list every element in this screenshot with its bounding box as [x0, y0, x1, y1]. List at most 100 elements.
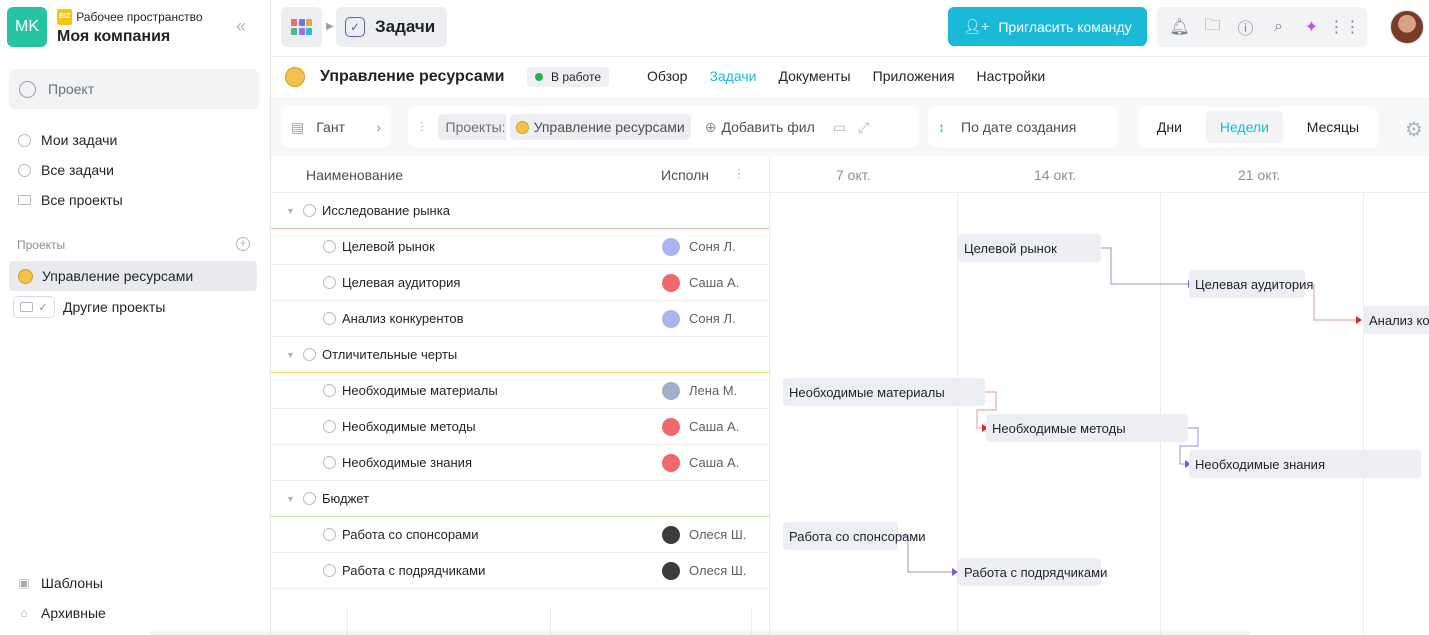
expand-icon[interactable]: ⤢ [858, 119, 869, 136]
column-settings-icon[interactable]: ⫶ [737, 166, 741, 183]
tab-settings[interactable]: Настройки [977, 68, 1046, 84]
add-project-icon[interactable]: + [236, 237, 250, 251]
gantt-bar[interactable]: Анализ ко [1363, 306, 1429, 334]
sidebar-item-archive[interactable]: ⌂ Архивные [17, 598, 105, 628]
collapse-triangle-icon[interactable]: ▼ [286, 494, 295, 504]
group-row[interactable]: ▼ Бюджет [271, 481, 769, 517]
grid-icon[interactable]: ⋮⋮ [1329, 16, 1361, 38]
add-filter-button[interactable]: ⊕ Добавить фил [705, 119, 823, 136]
project-filter-chip[interactable]: Управление ресурсами [509, 114, 691, 140]
gantt-bar[interactable]: Целевой рынок [958, 234, 1101, 262]
project-emoji-icon[interactable] [285, 67, 305, 87]
project-header: Управление ресурсами В работе Обзор Зада… [271, 57, 1429, 97]
avatar [662, 381, 680, 400]
scale-months[interactable]: Месяцы [1293, 111, 1373, 143]
project-search[interactable]: Проект [9, 69, 259, 109]
group-row[interactable]: ▼ Исследование рынка [271, 193, 769, 229]
help-icon[interactable]: ⓘ [1235, 16, 1257, 38]
status-circle-icon[interactable] [323, 384, 336, 397]
view-select[interactable]: ▤ Гант › [281, 107, 391, 147]
save-icon[interactable]: ▭ [833, 119, 846, 136]
sidebar-item-templates[interactable]: ▣ Шаблоны [17, 568, 103, 598]
workspace-switcher[interactable]: MK BIZ Рабочее пространство Моя компания [7, 7, 203, 47]
tab-apps[interactable]: Приложения [873, 68, 955, 84]
folder-icon [17, 193, 31, 207]
tab-documents[interactable]: Документы [778, 68, 850, 84]
avatar [662, 453, 680, 472]
avatar [662, 561, 680, 580]
status-circle-icon[interactable] [323, 528, 336, 541]
gear-icon[interactable]: ⚙︎ [1405, 117, 1423, 142]
status-circle-icon[interactable] [323, 420, 336, 433]
topbar-icons: 🔔︎ 🗀 ⓘ ⌕ ✦ ⋮⋮ [1157, 7, 1367, 47]
avatar [662, 417, 680, 436]
projects-filter-label: Проекты: [437, 114, 506, 140]
status-circle-icon[interactable] [303, 348, 316, 361]
sparkle-icon[interactable]: ✦ [1301, 16, 1323, 38]
table-row[interactable]: Работа со спонсорами Олеся Ш. [271, 517, 769, 553]
workspace-name: Моя компания [57, 27, 171, 45]
scale-days[interactable]: Дни [1143, 111, 1196, 143]
column-name[interactable]: Наименование [306, 167, 403, 183]
filter-sliders-icon[interactable]: ⫶ [420, 119, 424, 136]
scale-weeks[interactable]: Недели [1205, 111, 1283, 143]
search-icon [19, 80, 36, 98]
app: MK BIZ Рабочее пространство Моя компания… [0, 0, 1429, 635]
apps-menu-button[interactable] [281, 7, 322, 47]
gantt-bar[interactable]: Необходимые знания [1189, 450, 1421, 478]
checkbox-icon: ✓ [345, 17, 365, 37]
collapse-sidebar-icon[interactable]: « [236, 16, 246, 37]
sidebar-item-all-projects[interactable]: Все проекты [17, 185, 123, 215]
tab-overview[interactable]: Обзор [647, 68, 687, 84]
table-row[interactable]: Работа с подрядчиками Олеся Ш. [271, 553, 769, 589]
archive-icon: ⌂ [20, 606, 28, 620]
table-row[interactable]: Анализ конкурентов Соня Л. [271, 301, 769, 337]
table-row[interactable]: Необходимые знания Саша А. [271, 445, 769, 481]
project-tabs: Обзор Задачи Документы Приложения Настро… [647, 68, 1067, 84]
table-row[interactable]: Целевая аудитория Саша А. [271, 265, 769, 301]
collapse-triangle-icon[interactable]: ▼ [286, 206, 295, 216]
gantt-bar[interactable]: Необходимые материалы [783, 378, 985, 406]
table-row[interactable]: Необходимые материалы Лена М. [271, 373, 769, 409]
sidebar-other-projects[interactable]: ✓ Другие проекты [13, 294, 165, 320]
table-row[interactable]: Целевой рынок Соня Л. [271, 229, 769, 265]
apps-grid-icon [291, 18, 312, 36]
status-dot-icon [535, 73, 543, 81]
tasks-section-button[interactable]: ✓ Задачи [336, 7, 447, 47]
avatar [662, 309, 680, 328]
sidebar-item-my-tasks[interactable]: Мои задачи [17, 125, 117, 155]
folder-check-icon: ✓ [13, 296, 55, 318]
invite-team-button[interactable]: 👤︎+ Пригласить команду [948, 7, 1147, 46]
user-avatar[interactable] [1390, 10, 1424, 44]
tab-tasks[interactable]: Задачи [709, 68, 756, 84]
workspace-label: Рабочее пространство [76, 9, 203, 24]
status-circle-icon[interactable] [303, 492, 316, 505]
project-title: Управление ресурсами [320, 68, 505, 85]
sort-select[interactable]: ↕ По дате создания [928, 107, 1118, 147]
filter-bar: ⫶ Проекты: Управление ресурсами ⊕ Добави… [408, 107, 919, 147]
gantt-icon: ▤ [291, 118, 305, 135]
bell-icon[interactable]: 🔔︎ [1169, 16, 1191, 38]
collapse-triangle-icon[interactable]: ▼ [286, 350, 295, 360]
status-circle-icon[interactable] [323, 276, 336, 289]
group-row[interactable]: ▼ Отличительные черты [271, 337, 769, 373]
sidebar-item-all-tasks[interactable]: Все задачи [17, 155, 114, 185]
gantt-bar[interactable]: Необходимые методы [986, 414, 1188, 442]
search-icon[interactable]: ⌕ [1268, 16, 1290, 38]
status-circle-icon[interactable] [323, 564, 336, 577]
gantt-bar[interactable]: Целевая аудитория [1189, 270, 1313, 298]
biz-badge: BIZ [57, 8, 73, 25]
status-badge[interactable]: В работе [527, 67, 610, 87]
sidebar-project-active[interactable]: Управление ресурсами [9, 261, 257, 291]
toolbar: ▤ Гант › ⫶ Проекты: Управление ресурсами… [271, 97, 1429, 156]
status-circle-icon[interactable] [323, 456, 336, 469]
table-row[interactable]: Необходимые методы Саша А. [271, 409, 769, 445]
column-executor[interactable]: Исполн [661, 167, 713, 183]
gantt-bar[interactable]: Работа с подрядчиками [958, 558, 1107, 586]
search-placeholder: Проект [48, 81, 95, 97]
gantt-bar[interactable]: Работа со спонсорами [783, 522, 925, 550]
status-circle-icon[interactable] [323, 240, 336, 253]
folder-icon[interactable]: 🗀 [1202, 16, 1224, 38]
status-circle-icon[interactable] [303, 204, 316, 217]
status-circle-icon[interactable] [323, 312, 336, 325]
